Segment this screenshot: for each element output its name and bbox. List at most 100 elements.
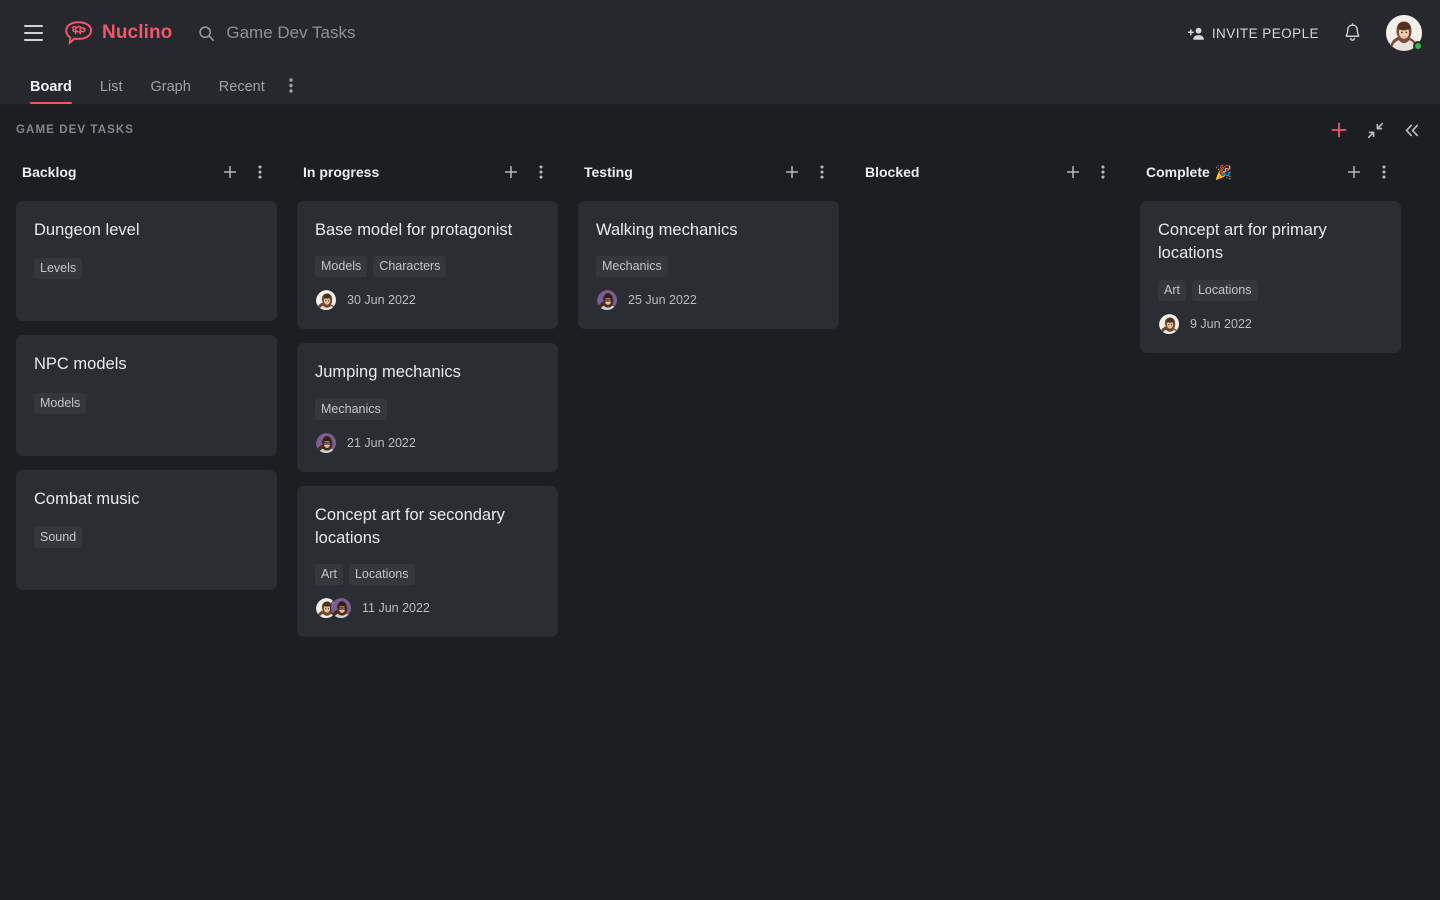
board-card[interactable]: Base model for protagonist Models Charact… bbox=[297, 201, 558, 330]
column-more-button[interactable] bbox=[530, 161, 552, 183]
notifications-bell-icon[interactable] bbox=[1343, 23, 1362, 43]
more-vertical-icon bbox=[1101, 165, 1105, 179]
plus-icon bbox=[1066, 165, 1080, 179]
tab-recent[interactable]: Recent bbox=[205, 78, 279, 105]
card-title: Concept art for primary locations bbox=[1158, 221, 1327, 263]
more-vertical-icon bbox=[1382, 165, 1386, 179]
card-title: NPC models bbox=[34, 355, 127, 374]
tab-label: List bbox=[99, 78, 123, 95]
card-footer: 11 Jun 2022 bbox=[315, 597, 540, 620]
card-tag[interactable]: Models bbox=[315, 256, 368, 278]
column-actions bbox=[219, 161, 271, 183]
tab-list[interactable]: List bbox=[86, 78, 137, 105]
plus-icon bbox=[1347, 165, 1361, 179]
board-card[interactable]: Walking mechanics Mechanics 25 Jun 2022 bbox=[578, 201, 839, 330]
view-tabs: Board List Graph Recent bbox=[0, 66, 1440, 105]
card-avatar[interactable] bbox=[1158, 312, 1180, 335]
column-header: Backlog bbox=[16, 155, 277, 189]
search-icon bbox=[199, 25, 215, 41]
board-card[interactable]: NPC models Models bbox=[16, 335, 277, 456]
collapse-sidebar-button[interactable] bbox=[1398, 117, 1424, 143]
column-actions bbox=[1343, 161, 1395, 183]
online-status-indicator bbox=[1413, 41, 1423, 51]
board-column: Blocked bbox=[849, 155, 1130, 201]
column-more-button[interactable] bbox=[811, 161, 833, 183]
add-item-button[interactable] bbox=[1326, 117, 1352, 143]
card-tags: Sound bbox=[34, 527, 259, 548]
card-tag[interactable]: Locations bbox=[1191, 279, 1258, 301]
column-add-card-button[interactable] bbox=[781, 161, 803, 183]
menu-bar bbox=[23, 39, 43, 41]
card-tags: Art Locations bbox=[1158, 279, 1383, 301]
card-tag[interactable]: Characters bbox=[373, 256, 447, 278]
board-card[interactable]: Concept art for primary locations Art Loc… bbox=[1140, 201, 1401, 353]
card-avatar[interactable] bbox=[315, 289, 337, 312]
column-title-label: Backlog bbox=[22, 164, 77, 180]
card-tag[interactable]: Locations bbox=[348, 564, 415, 586]
board-subheader: GAME DEV TASKS bbox=[0, 105, 1440, 155]
column-add-card-button[interactable] bbox=[219, 161, 241, 183]
card-tag[interactable]: Art bbox=[1158, 279, 1186, 301]
menu-icon[interactable] bbox=[16, 16, 50, 50]
card-avatar[interactable] bbox=[596, 289, 618, 312]
card-tags: Art Locations bbox=[315, 564, 540, 586]
tab-graph[interactable]: Graph bbox=[136, 78, 204, 105]
avatar[interactable] bbox=[1386, 15, 1423, 51]
column-actions bbox=[1062, 161, 1114, 183]
column-title[interactable]: Complete 🎉 bbox=[1146, 164, 1232, 180]
avatar-woman-glasses-icon bbox=[331, 598, 351, 619]
column-add-card-button[interactable] bbox=[1062, 161, 1084, 183]
invite-people-button[interactable]: INVITE PEOPLE bbox=[1187, 26, 1319, 41]
plus-icon bbox=[785, 165, 799, 179]
card-tag[interactable]: Art bbox=[315, 564, 343, 586]
tab-label: Graph bbox=[150, 78, 191, 95]
tabs-more-button[interactable] bbox=[279, 78, 305, 104]
card-tags: Mechanics bbox=[315, 398, 540, 420]
card-date: 25 Jun 2022 bbox=[628, 293, 697, 308]
column-title[interactable]: Backlog bbox=[22, 164, 76, 180]
card-footer: 30 Jun 2022 bbox=[315, 289, 540, 312]
card-tag[interactable]: Mechanics bbox=[315, 398, 387, 420]
column-title-label: In progress bbox=[303, 164, 380, 180]
search-input[interactable]: Game Dev Tasks bbox=[198, 23, 356, 43]
card-title: Walking mechanics bbox=[596, 221, 738, 239]
board-card[interactable]: Jumping mechanics Mechanics 21 Jun 2022 bbox=[297, 343, 558, 472]
column-title[interactable]: In progress bbox=[303, 164, 379, 180]
column-more-button[interactable] bbox=[1373, 161, 1395, 183]
tab-board[interactable]: Board bbox=[16, 79, 86, 105]
board-card[interactable]: Concept art for secondary locations Art L… bbox=[297, 485, 558, 638]
card-tag[interactable]: Models bbox=[34, 392, 87, 414]
card-avatars bbox=[315, 597, 352, 620]
card-avatar[interactable] bbox=[315, 431, 337, 454]
card-footer: 25 Jun 2022 bbox=[596, 289, 821, 312]
plus-icon bbox=[504, 165, 518, 179]
card-date: 11 Jun 2022 bbox=[362, 601, 430, 616]
card-tag[interactable]: Sound bbox=[34, 527, 83, 548]
column-title-label: Complete bbox=[1146, 164, 1210, 180]
add-person-icon bbox=[1187, 27, 1204, 40]
board-card[interactable]: Combat music Sound bbox=[16, 469, 277, 590]
card-date: 9 Jun 2022 bbox=[1190, 316, 1252, 331]
card-date: 21 Jun 2022 bbox=[347, 435, 416, 450]
column-add-card-button[interactable] bbox=[500, 161, 522, 183]
card-title: Jumping mechanics bbox=[315, 363, 461, 382]
tab-label: Recent bbox=[218, 78, 265, 95]
card-avatar[interactable] bbox=[330, 597, 352, 620]
card-tags: Models Characters bbox=[315, 256, 540, 278]
breadcrumb[interactable]: GAME DEV TASKS bbox=[16, 124, 134, 136]
column-add-card-button[interactable] bbox=[1343, 161, 1365, 183]
board-column: Testing Walking mechanics Mechanics 25 J… bbox=[568, 155, 849, 343]
column-more-button[interactable] bbox=[249, 161, 271, 183]
column-title[interactable]: Blocked bbox=[865, 164, 919, 180]
card-avatars bbox=[315, 289, 337, 312]
card-tags: Levels bbox=[34, 258, 259, 280]
card-tag[interactable]: Levels bbox=[34, 258, 83, 280]
avatar-woman-glasses-icon bbox=[316, 432, 336, 453]
card-title: Dungeon level bbox=[34, 221, 140, 239]
column-more-button[interactable] bbox=[1092, 161, 1114, 183]
card-tag[interactable]: Mechanics bbox=[596, 256, 668, 278]
column-title[interactable]: Testing bbox=[584, 164, 633, 180]
board-card[interactable]: Dungeon level Levels bbox=[16, 201, 277, 322]
collapse-columns-button[interactable] bbox=[1362, 117, 1388, 143]
brand-logo[interactable]: Nuclino bbox=[64, 20, 172, 46]
